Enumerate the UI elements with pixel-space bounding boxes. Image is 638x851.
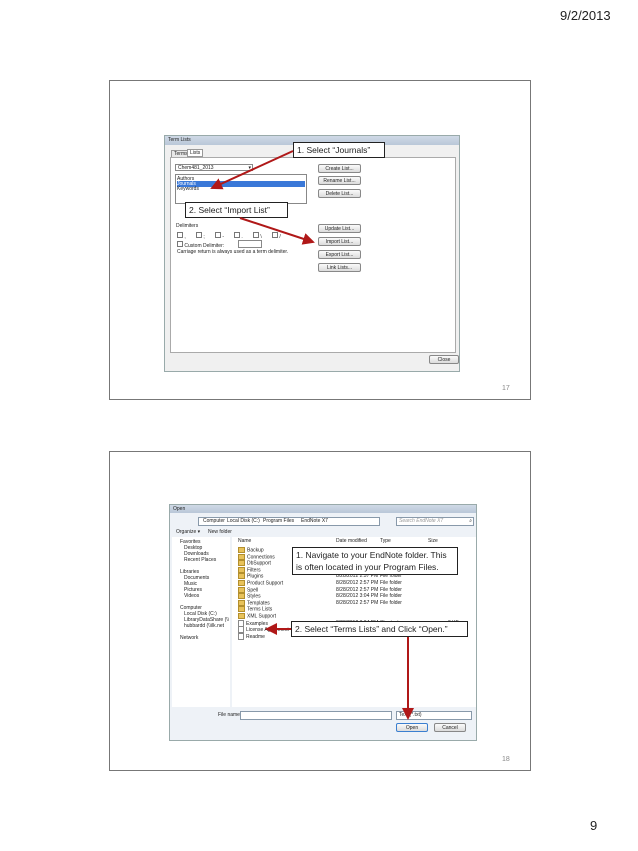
breadcrumb-computer[interactable]: Computer [203, 518, 225, 524]
callout-select-journals: 1. Select “Journals” [293, 142, 385, 158]
slide-number: 17 [502, 385, 510, 392]
file-name: Templates [238, 599, 270, 606]
file-type: File folder [380, 593, 402, 600]
dialog-title: Open [170, 505, 476, 513]
nav-videos[interactable]: Videos [184, 593, 199, 599]
delimiter-comma-checkbox[interactable]: , [177, 232, 186, 240]
breadcrumb-program-files[interactable]: Program Files [263, 518, 294, 524]
breadcrumb-endnote[interactable]: EndNote X7 [301, 518, 328, 524]
list-set-dropdown[interactable]: Chem481_2013 ▾ [175, 164, 253, 171]
delimiter-dash-checkbox[interactable]: - [215, 232, 224, 240]
file-name: Connections [238, 553, 275, 560]
column-type[interactable]: Type [380, 538, 391, 544]
lists-listbox: Authors Journals Keywords [175, 174, 307, 204]
list-item-keywords[interactable]: Keywords [177, 186, 199, 192]
file-date: 8/28/2012 2:57 PM [336, 599, 379, 606]
file-row[interactable]: Spell 8/28/2012 2:57 PM File folder [232, 586, 476, 593]
folder-icon [238, 547, 245, 553]
chevron-down-icon: ▾ [248, 165, 251, 171]
delete-list-button[interactable]: Delete List... [318, 189, 361, 198]
folder-icon [238, 586, 245, 593]
file-row[interactable]: XML Support [232, 613, 476, 619]
file-name-label: File name: [218, 712, 242, 718]
file-date: 8/28/2012 3:04 PM [336, 593, 379, 600]
file-row[interactable]: Terms Lists [232, 606, 476, 613]
nav-recent-places[interactable]: Recent Places [184, 557, 216, 563]
delimiter-semicolon-checkbox[interactable]: ; [196, 232, 205, 240]
dropdown-value: Chem481_2013 [178, 165, 214, 171]
file-name: Styles [238, 593, 261, 600]
file-type: File folder [380, 586, 402, 593]
search-box[interactable]: Search EndNote X7 ⌕ [396, 517, 474, 526]
delimiters-label: Delimiters [176, 223, 199, 229]
file-name: Plugins [238, 573, 263, 580]
file-name: Product Support [238, 580, 283, 586]
link-lists-button[interactable]: Link Lists... [318, 263, 361, 272]
document-icon [238, 632, 244, 640]
delimiter-period-checkbox[interactable]: . [234, 232, 243, 240]
delimiter-backslash-checkbox[interactable]: \ [253, 232, 262, 240]
nav-network[interactable]: Network [180, 635, 198, 641]
tab-lists[interactable]: Lists [187, 149, 204, 157]
folder-icon [238, 580, 245, 586]
import-list-button[interactable]: Import List... [318, 237, 361, 246]
file-name: Spell [238, 586, 258, 593]
file-name: DbSupport [238, 560, 271, 567]
folder-icon [238, 613, 245, 619]
rename-list-button[interactable]: Rename List... [318, 176, 361, 185]
term-lists-dialog: Term Lists Terms Lists Chem481_2013 ▾ Au… [164, 135, 460, 372]
file-type-select[interactable]: Text (*.txt) [396, 711, 472, 720]
file-row[interactable]: Templates 8/28/2012 2:57 PM File folder [232, 599, 476, 606]
page-number: 9 [590, 818, 598, 833]
file-name: Backup [238, 547, 264, 553]
folder-icon [238, 553, 245, 560]
callout-navigate-endnote: 1. Navigate to your EndNote folder. This… [292, 547, 458, 575]
slide-17: Term Lists Terms Lists Chem481_2013 ▾ Au… [109, 80, 531, 400]
close-button[interactable]: Close [429, 355, 459, 364]
folder-icon [238, 560, 245, 567]
create-list-button[interactable]: Create List... [318, 164, 361, 173]
open-button[interactable]: Open [396, 723, 428, 732]
organize-button[interactable]: Organize ▾ [176, 529, 200, 535]
custom-delimiter-field[interactable] [238, 240, 262, 248]
file-type: File folder [380, 599, 402, 606]
file-row[interactable]: Product Support 8/28/2012 2:57 PM File fol… [232, 580, 476, 586]
new-folder-button[interactable]: New folder [208, 529, 232, 535]
file-date: 8/28/2012 2:57 PM [336, 586, 379, 593]
search-icon: ⌕ [469, 518, 472, 524]
nav-hubbardd[interactable]: hubbardd (\\ilk.net [184, 623, 224, 629]
folder-icon [238, 606, 245, 613]
file-row[interactable]: Styles 8/28/2012 3:04 PM File folder [232, 593, 476, 600]
export-list-button[interactable]: Export List... [318, 250, 361, 259]
slide-number: 18 [502, 756, 510, 763]
file-type: File folder [380, 580, 402, 586]
folder-icon [238, 593, 245, 600]
file-name: XML Support [238, 613, 276, 619]
search-placeholder: Search EndNote X7 [399, 518, 444, 524]
cancel-button[interactable]: Cancel [434, 723, 466, 732]
carriage-return-note: Carriage return is always used as a term… [177, 249, 289, 255]
file-name: Terms Lists [238, 606, 272, 613]
folder-icon [238, 599, 245, 606]
update-list-button[interactable]: Update List... [318, 224, 361, 233]
custom-delimiter-checkbox[interactable]: Custom Delimiter: [177, 241, 224, 249]
callout-select-terms-lists: 2. Select “Terms Lists” and Click “Open.… [291, 621, 468, 637]
file-name: Filters [238, 566, 261, 573]
nav-pane: Favorites Desktop Downloads Recent Place… [172, 537, 230, 707]
file-name-field[interactable] [240, 711, 392, 720]
delimiter-checkboxes: , ; - . \ / [177, 232, 297, 240]
address-bar[interactable]: Computer Local Disk (C:) Program Files E… [198, 517, 380, 526]
breadcrumb-local-disk[interactable]: Local Disk (C:) [227, 518, 260, 524]
folder-icon [238, 573, 245, 580]
file-date: 8/28/2012 2:57 PM [336, 580, 379, 586]
callout-select-import-list: 2. Select “Import List” [185, 202, 288, 218]
delimiter-slash-checkbox[interactable]: / [272, 232, 281, 240]
column-date-modified[interactable]: Date modified [336, 538, 367, 544]
column-size[interactable]: Size [428, 538, 438, 544]
file-name: Readme [238, 632, 265, 640]
column-name[interactable]: Name [238, 538, 251, 544]
page-date: 9/2/2013 [560, 8, 611, 23]
slide-18: Open Computer Local Disk (C:) Program Fi… [109, 451, 531, 771]
folder-icon [238, 566, 245, 573]
